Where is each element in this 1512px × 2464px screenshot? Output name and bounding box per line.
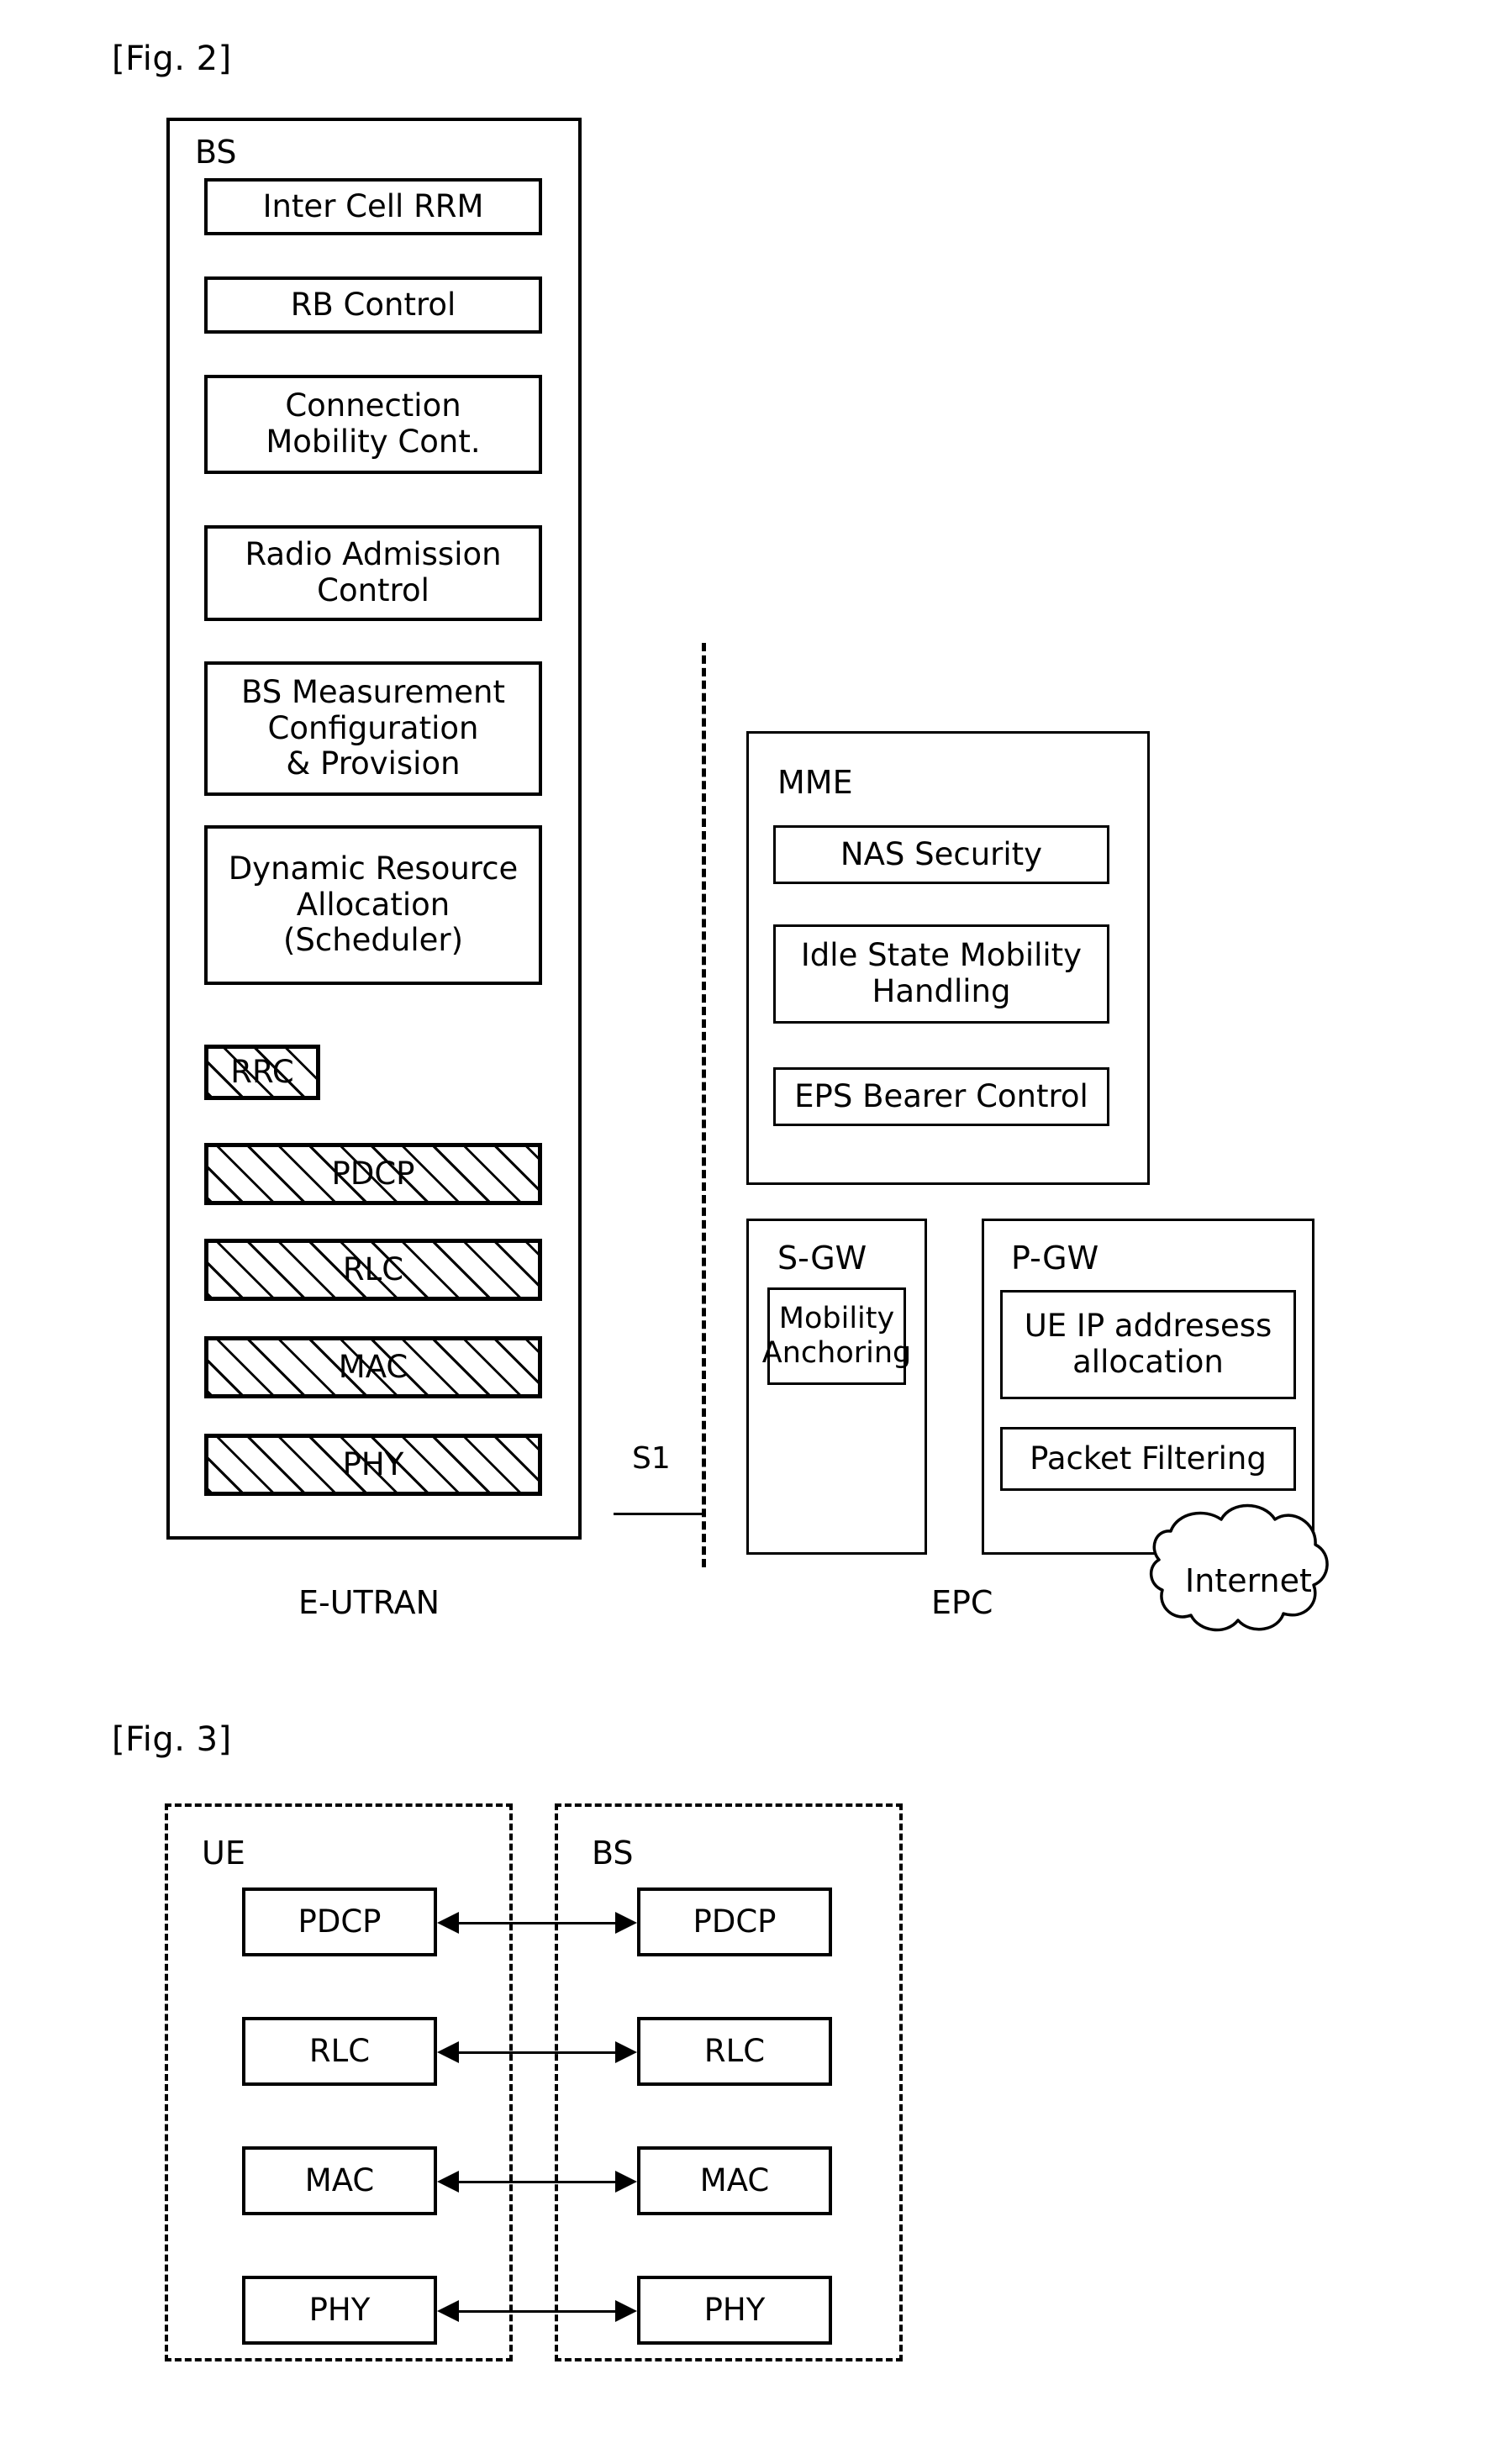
bs-layer-mac[interactable]: MAC [204, 1336, 542, 1398]
fig3-ue-layer-mac[interactable]: MAC [242, 2146, 437, 2215]
mme-box-nas-security[interactable]: NAS Security [773, 825, 1109, 884]
bs-box-radio-admission-control[interactable]: Radio Admission Control [204, 525, 542, 621]
fig3-ue-layer-rlc-label: RLC [308, 2032, 371, 2069]
fig3-arrow-head-right-rlc [615, 2041, 637, 2063]
bs-box-rb-control-label: RB Control [290, 286, 456, 323]
pgw-box-packet-filtering[interactable]: Packet Filtering [1000, 1427, 1296, 1491]
bs-box-inter-cell-rrm[interactable]: Inter Cell RRM [204, 178, 542, 235]
s1-interface-tick [614, 1513, 706, 1515]
bs-layer-phy[interactable]: PHY [204, 1434, 542, 1496]
fig3-arrow-line-pdcp [459, 1922, 615, 1924]
fig3-ue-layer-phy[interactable]: PHY [242, 2276, 437, 2345]
fig3-bs-layer-pdcp[interactable]: PDCP [637, 1887, 832, 1956]
bs-box-inter-cell-rrm-label: Inter Cell RRM [262, 187, 484, 224]
fig3-ue-layer-pdcp[interactable]: PDCP [242, 1887, 437, 1956]
fig3-arrow-head-right-pdcp [615, 1912, 637, 1934]
e-utran-label: E-UTRAN [298, 1584, 440, 1621]
bs-layer-phy-label: PHY [342, 1445, 404, 1482]
bs-layer-rrc[interactable]: RRC [204, 1045, 320, 1100]
sgw-container-title: S-GW [777, 1240, 867, 1277]
bs-box-dynamic-resource-allocation[interactable]: Dynamic Resource Allocation (Scheduler) [204, 825, 542, 985]
fig3-arrow-head-left-rlc [437, 2041, 459, 2063]
fig3-bs-layer-mac[interactable]: MAC [637, 2146, 832, 2215]
bs-box-dynamic-resource-allocation-label: Dynamic Resource Allocation (Scheduler) [228, 850, 519, 959]
fig3-bs-layer-phy-label: PHY [703, 2291, 766, 2328]
fig3-bs-container-title: BS [592, 1835, 634, 1872]
fig3-arrow-line-phy [459, 2310, 615, 2313]
bs-layer-pdcp-label: PDCP [331, 1155, 415, 1192]
mme-box-idle-state-mobility-handling[interactable]: Idle State Mobility Handling [773, 924, 1109, 1024]
fig3-bs-layer-pdcp-label: PDCP [693, 1903, 777, 1940]
fig3-arrow-head-right-mac [615, 2171, 637, 2193]
figure-2-caption: [Fig. 2] [112, 39, 232, 78]
bs-layer-rlc-label: RLC [342, 1250, 404, 1287]
bs-layer-rrc-label: RRC [230, 1053, 294, 1090]
fig3-arrow-line-rlc [459, 2051, 615, 2054]
mme-box-eps-bearer-control[interactable]: EPS Bearer Control [773, 1067, 1109, 1126]
fig3-bs-layer-rlc[interactable]: RLC [637, 2017, 832, 2086]
sgw-box-mobility-anchoring-label: Mobility Anchoring [761, 1302, 912, 1370]
pgw-container-title: P-GW [1011, 1240, 1099, 1277]
fig3-bs-layer-mac-label: MAC [699, 2161, 770, 2198]
bs-container-title: BS [195, 134, 237, 171]
fig3-bs-layer-rlc-label: RLC [703, 2032, 766, 2069]
fig3-ue-layer-rlc[interactable]: RLC [242, 2017, 437, 2086]
bs-layer-mac-label: MAC [338, 1348, 408, 1385]
fig3-ue-layer-mac-label: MAC [304, 2161, 375, 2198]
fig3-ue-layer-pdcp-label: PDCP [298, 1903, 382, 1940]
pgw-box-ue-ip-address-allocation-label: UE IP addresess allocation [1024, 1308, 1272, 1380]
epc-label: EPC [931, 1584, 993, 1621]
mme-box-nas-security-label: NAS Security [840, 835, 1043, 872]
fig3-arrow-head-right-phy [615, 2300, 637, 2322]
fig3-arrow-head-left-mac [437, 2171, 459, 2193]
bs-box-bs-measurement-configuration-label: BS Measurement Configuration & Provision [241, 673, 505, 782]
internet-cloud-label: Internet [1185, 1562, 1312, 1599]
bs-box-bs-measurement-configuration[interactable]: BS Measurement Configuration & Provision [204, 661, 542, 796]
figure-3-caption: [Fig. 3] [112, 1720, 232, 1759]
bs-box-connection-mobility-cont-label: Connection Mobility Cont. [266, 387, 481, 460]
fig3-ue-container-title: UE [202, 1835, 245, 1872]
fig3-arrow-head-left-pdcp [437, 1912, 459, 1934]
bs-layer-rlc[interactable]: RLC [204, 1239, 542, 1301]
fig3-ue-layer-phy-label: PHY [308, 2291, 371, 2328]
bs-box-rb-control[interactable]: RB Control [204, 276, 542, 334]
fig3-arrow-line-mac [459, 2181, 615, 2183]
s1-interface-label: S1 [632, 1441, 671, 1476]
mme-box-idle-state-mobility-handling-label: Idle State Mobility Handling [800, 937, 1083, 1009]
internet-cloud: Internet [1139, 1498, 1391, 1666]
pgw-box-ue-ip-address-allocation[interactable]: UE IP addresess allocation [1000, 1290, 1296, 1399]
mme-box-eps-bearer-control-label: EPS Bearer Control [794, 1077, 1088, 1114]
mme-container-title: MME [777, 764, 853, 801]
fig3-arrow-head-left-phy [437, 2300, 459, 2322]
s1-boundary-dashed-line [702, 643, 706, 1567]
bs-box-radio-admission-control-label: Radio Admission Control [245, 536, 502, 608]
bs-layer-pdcp[interactable]: PDCP [204, 1143, 542, 1205]
pgw-box-packet-filtering-label: Packet Filtering [1030, 1440, 1267, 1477]
fig3-bs-layer-phy[interactable]: PHY [637, 2276, 832, 2345]
bs-box-connection-mobility-cont[interactable]: Connection Mobility Cont. [204, 375, 542, 474]
sgw-box-mobility-anchoring[interactable]: Mobility Anchoring [762, 1287, 911, 1385]
